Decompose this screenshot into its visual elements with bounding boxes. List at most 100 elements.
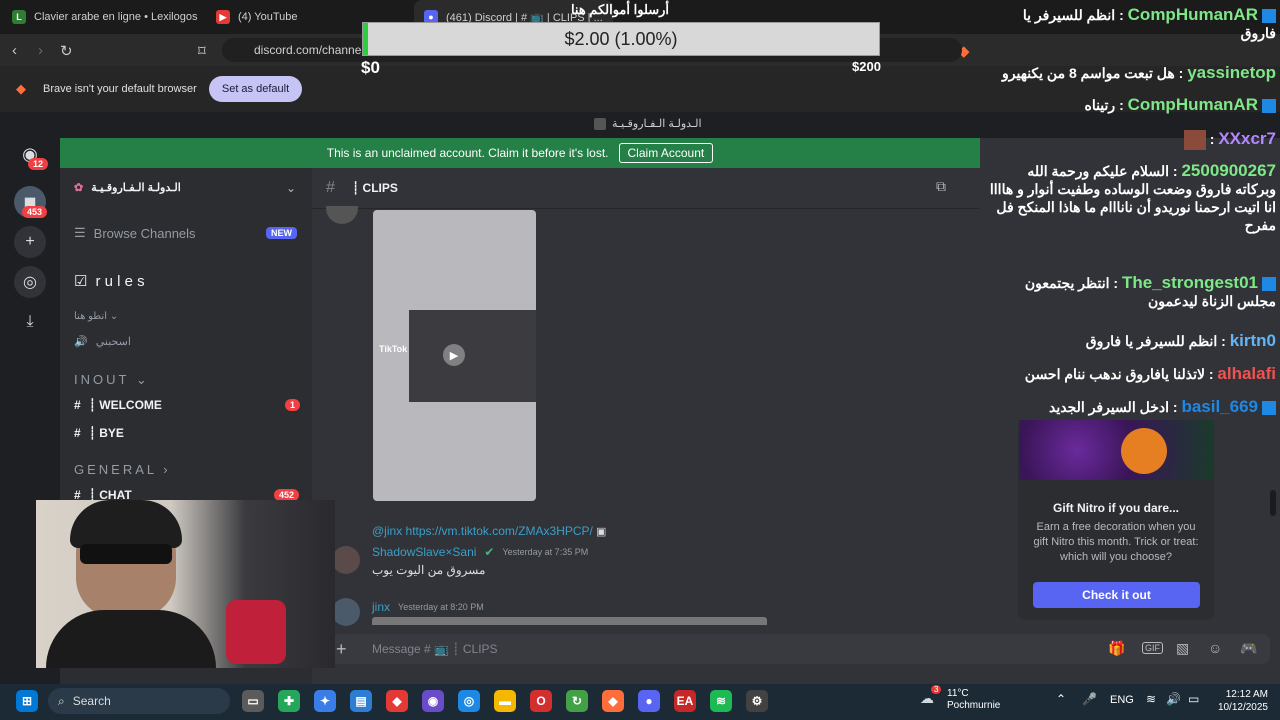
browse-channels[interactable]: ☰ Browse Channels — [74, 225, 196, 241]
server-avatar-small-icon — [594, 118, 606, 130]
language-indicator[interactable]: ENG — [1110, 694, 1134, 706]
app-icon[interactable]: ↻ — [566, 690, 588, 712]
image-icon: ▣ — [595, 526, 607, 538]
chat-message: XXxcr7 : — [984, 129, 1276, 151]
add-server-icon[interactable]: + — [14, 226, 46, 258]
sticker-icon[interactable]: ▧ — [1176, 640, 1189, 657]
chevron-up-icon[interactable]: ⌃ — [1056, 692, 1066, 706]
avatar[interactable] — [332, 546, 360, 574]
tab-lexilogos[interactable]: L Clavier arabe en ligne • Lexilogos — [12, 0, 197, 34]
chat-user-badge-icon — [1262, 9, 1276, 24]
emoji-icon[interactable]: ☺ — [1208, 640, 1222, 656]
battery-icon[interactable]: ▭ — [1188, 692, 1199, 706]
set-default-button[interactable]: Set as default — [209, 76, 302, 102]
channel-welcome[interactable]: # ┊ WELCOME — [74, 398, 162, 412]
claim-message: This is an unclaimed account. Claim it b… — [326, 146, 609, 160]
clock[interactable]: 12:12 AM 10/12/2025 — [1208, 688, 1268, 714]
gamepad-icon[interactable]: 🎮 — [1240, 640, 1257, 657]
task-view-icon[interactable]: ▭ — [242, 690, 264, 712]
category-inout[interactable]: INOUT ⌄ — [74, 372, 150, 388]
download-icon[interactable]: ⤓ — [14, 306, 46, 338]
chat-username: XXxcr7 — [1218, 129, 1276, 148]
channel-category-arabic[interactable]: انطو هنا ⌄ — [74, 311, 118, 322]
app-icon[interactable]: ◆ — [386, 690, 408, 712]
store-icon[interactable]: ▤ — [350, 690, 372, 712]
app-icon[interactable]: ⚙ — [746, 690, 768, 712]
file-explorer-icon[interactable]: ▬ — [494, 690, 516, 712]
tab-youtube[interactable]: ▶ (4) YouTube — [216, 0, 298, 34]
discord-icon[interactable]: ● — [638, 690, 660, 712]
microphone-icon[interactable]: 🎤 — [1082, 692, 1097, 706]
chat-username: yassinetop — [1187, 63, 1276, 82]
message-composer[interactable]: + Message # 📺 ┊ CLIPS 🎁 GIF ▧ ☺ 🎮 — [330, 634, 1270, 664]
app-icon[interactable]: ✚ — [278, 690, 300, 712]
scrollbar-thumb[interactable] — [1270, 490, 1276, 516]
message-author[interactable]: ShadowSlave×Sani — [372, 545, 476, 559]
check-it-out-button[interactable]: Check it out — [1033, 582, 1200, 608]
channel-rules[interactable]: ☑ r u l e s — [74, 272, 145, 291]
reload-icon[interactable]: ↻ — [60, 42, 73, 60]
channel-bye[interactable]: # ┊ BYE — [74, 426, 124, 440]
chat-user-badge-icon — [1262, 99, 1276, 114]
server-emblem-icon: ✿ — [74, 182, 84, 194]
voice-channel[interactable]: 🔊 اسحبني — [74, 335, 131, 348]
category-general[interactable]: GENERAL › — [74, 462, 171, 477]
chat-username: CompHumanAR — [1127, 5, 1258, 24]
add-attachment-icon[interactable]: + — [336, 639, 347, 660]
channel-title: ┊ CLIPS — [352, 181, 398, 195]
bookmark-icon[interactable]: ⌑ — [198, 42, 206, 60]
brave-icon[interactable]: ◆ — [602, 690, 624, 712]
discover-icon[interactable]: ◎ — [14, 266, 46, 298]
gift-icon[interactable]: 🎁 — [1108, 640, 1125, 657]
chevron-down-icon[interactable]: ⌄ — [286, 181, 296, 195]
hashtag-icon: # — [326, 179, 335, 196]
app-icon[interactable]: ◉ — [422, 690, 444, 712]
chat-message: basil_669 : ادخل السيرفر الجديد — [984, 398, 1276, 416]
speaker-icon: 🔊 — [74, 336, 88, 348]
spotify-icon[interactable]: ≋ — [710, 690, 732, 712]
rules-icon: ☑ — [74, 273, 88, 290]
forward-arrow-icon[interactable]: › — [38, 42, 43, 59]
donation-progress-label: $2.00 (1.00%) — [564, 28, 678, 49]
chat-user-badge-icon — [1262, 401, 1276, 416]
avatar[interactable] — [332, 598, 360, 626]
play-icon[interactable]: ▶ — [443, 344, 465, 366]
claim-account-button[interactable]: Claim Account — [618, 143, 714, 163]
message-author[interactable]: jinx — [372, 600, 390, 614]
weather-temp: 11°C — [947, 688, 969, 699]
image-attachment[interactable] — [372, 617, 767, 625]
tiktok-watermark: TikTok — [379, 344, 408, 354]
hashtag-icon: # — [74, 398, 81, 412]
chat-username: kirtn0 — [1229, 331, 1276, 350]
browse-channels-label: Browse Channels — [93, 225, 196, 241]
chat-message: kirtn0 : انظم للسيرفر يا فاروق — [1085, 331, 1276, 350]
reply-preview[interactable]: @jinx https://vm.tiktok.com/ZMAx3HPCP/ ▣ — [372, 524, 606, 538]
lexilogos-icon: L — [12, 10, 26, 24]
copilot-icon[interactable]: ✦ — [314, 690, 336, 712]
youtube-icon: ▶ — [216, 10, 230, 24]
chat-text: هل تبعت مواسم 8 من يكنهيرو — [1002, 65, 1175, 81]
unread-badge: 1 — [285, 399, 301, 411]
back-arrow-icon[interactable]: ‹ — [12, 42, 17, 59]
reply-text: @jinx https://vm.tiktok.com/ZMAx3HPCP/ — [372, 524, 593, 538]
webcam-feed — [36, 500, 335, 668]
video-attachment[interactable]: TikTok ▶ — [373, 210, 536, 501]
server-header[interactable]: ✿ الـدولـة الـفـاروقـيـة — [74, 181, 181, 194]
wifi-icon[interactable]: ≋ — [1146, 692, 1156, 706]
ea-app-icon[interactable]: EA — [674, 690, 696, 712]
windows-start-icon[interactable]: ⊞ — [16, 690, 38, 712]
chat-message: yassinetop : هل تبعت مواسم 8 من يكنهيرو — [1002, 63, 1276, 82]
volume-icon[interactable]: 🔊 — [1166, 692, 1181, 706]
gif-icon[interactable]: GIF — [1142, 642, 1163, 654]
taskbar-search[interactable]: ⌕ Search — [48, 688, 230, 714]
clock-time: 12:12 AM — [1225, 689, 1268, 700]
chrome-icon[interactable]: ◎ — [458, 690, 480, 712]
weather-widget[interactable]: 11°C Pochmurnie — [947, 688, 1000, 712]
opera-icon[interactable]: O — [530, 690, 552, 712]
chat-message: alhalafi : لاتذلنا يافاروق ندهب ننام احس… — [1024, 364, 1276, 383]
message-input-placeholder[interactable]: Message # 📺 ┊ CLIPS — [372, 642, 498, 656]
chat-username: basil_669 — [1181, 397, 1258, 416]
chat-message: CompHumanAR : رتيناه — [984, 96, 1276, 114]
clock-date: 10/12/2025 — [1217, 702, 1268, 713]
threads-icon[interactable]: ⧉ — [936, 178, 946, 195]
